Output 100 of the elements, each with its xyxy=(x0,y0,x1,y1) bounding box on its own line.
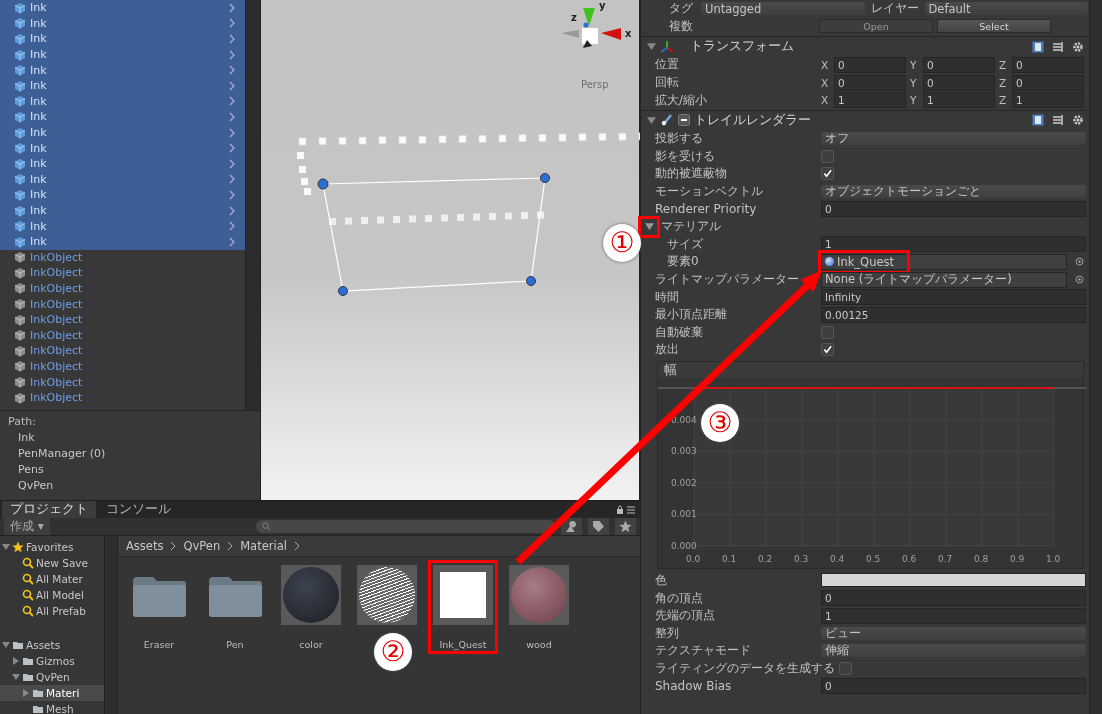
chevron-right-icon[interactable] xyxy=(229,205,235,216)
hierarchy-item[interactable]: InkObject xyxy=(0,249,245,266)
number-field[interactable]: 0 xyxy=(834,74,906,91)
tree-item[interactable]: Gizmos xyxy=(36,655,75,667)
help-icon[interactable] xyxy=(1032,114,1044,127)
hierarchy-item[interactable]: Ink xyxy=(0,62,245,78)
expand-arrow-icon[interactable] xyxy=(22,689,30,697)
expand-arrow-icon[interactable] xyxy=(647,115,656,125)
path-item[interactable]: PenManager (0) xyxy=(8,447,252,460)
chevron-right-icon[interactable] xyxy=(229,65,235,76)
checkbox[interactable] xyxy=(821,325,834,339)
checkbox[interactable] xyxy=(821,167,834,181)
scrollbar[interactable] xyxy=(104,536,118,714)
number-field[interactable]: 0 xyxy=(923,57,995,73)
expand-arrow-icon[interactable] xyxy=(644,222,654,232)
hierarchy-item[interactable]: InkObject xyxy=(0,358,245,375)
expand-arrow-icon[interactable] xyxy=(12,673,20,681)
text-field[interactable]: 0 xyxy=(821,678,1086,695)
chevron-right-icon[interactable] xyxy=(229,18,235,29)
dropdown[interactable]: オブジェクトモーションごと xyxy=(821,185,1086,199)
hierarchy-item[interactable]: Ink xyxy=(0,31,245,47)
hierarchy-item[interactable]: Ink xyxy=(0,140,245,156)
settings-icon[interactable] xyxy=(1072,40,1084,53)
sliders-icon[interactable] xyxy=(1052,114,1064,127)
text-field[interactable]: 0.00125 xyxy=(821,306,1086,323)
path-item[interactable]: Pens xyxy=(8,463,252,476)
expand-arrow-icon[interactable] xyxy=(2,641,10,649)
chevron-right-icon[interactable] xyxy=(229,80,235,91)
hierarchy-item[interactable]: InkObject xyxy=(0,311,245,328)
scrollbar[interactable] xyxy=(1089,0,1102,714)
hierarchy-item[interactable]: InkObject xyxy=(0,296,245,312)
hierarchy-item[interactable]: InkObject xyxy=(0,389,245,406)
material-thumbnail[interactable] xyxy=(509,565,569,625)
chevron-right-icon[interactable] xyxy=(229,2,235,13)
layer-dropdown[interactable]: Default xyxy=(924,2,1088,16)
search-field[interactable] xyxy=(255,520,555,533)
chevron-right-icon[interactable] xyxy=(229,236,235,247)
number-field[interactable]: 0 xyxy=(1012,74,1084,91)
chevron-right-icon[interactable] xyxy=(229,189,235,200)
chevron-right-icon[interactable] xyxy=(229,221,235,232)
number-field[interactable]: 0 xyxy=(923,74,995,91)
material-thumbnail[interactable] xyxy=(357,565,417,625)
dropdown[interactable]: ビュー xyxy=(821,626,1086,640)
checkbox[interactable] xyxy=(821,149,834,163)
hierarchy-item[interactable]: InkObject xyxy=(0,280,245,297)
expand-arrow-icon[interactable] xyxy=(2,543,10,551)
hierarchy-item[interactable]: InkObject xyxy=(0,265,245,281)
number-field[interactable]: 1 xyxy=(923,92,995,109)
checkbox[interactable] xyxy=(678,114,690,127)
breadcrumb-item[interactable]: Assets xyxy=(126,539,164,553)
number-field[interactable]: 0 xyxy=(1012,57,1084,73)
path-item[interactable]: Ink xyxy=(8,431,252,444)
dropdown[interactable]: 伸縮 xyxy=(821,644,1086,658)
chevron-right-icon[interactable] xyxy=(229,34,235,44)
chevron-right-icon[interactable] xyxy=(229,96,235,107)
chevron-right-icon[interactable] xyxy=(229,111,235,122)
texture-thumbnail[interactable] xyxy=(433,565,493,625)
hierarchy-item[interactable]: InkObject xyxy=(0,343,245,359)
chevron-right-icon[interactable] xyxy=(229,49,235,60)
breadcrumb-item[interactable]: QvPen xyxy=(183,539,221,553)
tree-item[interactable]: All Prefab xyxy=(36,605,86,617)
tree-item[interactable]: All Model xyxy=(36,589,84,601)
panel-tab[interactable]: プロジェクト xyxy=(2,501,96,518)
path-item[interactable]: QvPen xyxy=(8,479,252,492)
dropdown[interactable]: オフ xyxy=(821,132,1086,146)
scrollbar[interactable] xyxy=(245,0,260,410)
settings-icon[interactable] xyxy=(1072,114,1084,127)
hierarchy-item[interactable]: Ink xyxy=(0,0,245,16)
number-field[interactable]: 1 xyxy=(834,92,906,109)
text-field[interactable]: 0 xyxy=(821,201,1086,218)
tag-dropdown[interactable]: Untagged xyxy=(701,2,865,16)
number-field[interactable]: 1 xyxy=(1012,92,1084,109)
segment-button[interactable]: Select xyxy=(937,19,1051,34)
number-field[interactable]: 0 xyxy=(834,57,906,73)
color-field[interactable] xyxy=(821,573,1086,588)
tree-item[interactable]: QvPen xyxy=(36,671,70,683)
sliders-icon[interactable] xyxy=(1052,40,1064,53)
tree-item[interactable]: All Mater xyxy=(36,573,83,585)
tree-item[interactable]: Mesh xyxy=(46,703,74,714)
material-thumbnail[interactable] xyxy=(281,565,341,625)
hierarchy-item[interactable]: InkObject xyxy=(0,327,245,344)
hierarchy-item[interactable]: Ink xyxy=(0,109,245,125)
checkbox[interactable] xyxy=(821,343,834,357)
help-icon[interactable] xyxy=(1032,40,1044,53)
hierarchy-item[interactable]: InkObject xyxy=(0,374,245,390)
tree-item[interactable]: Assets xyxy=(26,639,61,651)
text-field[interactable]: 1 xyxy=(821,607,1086,624)
breadcrumb-item[interactable]: Material xyxy=(240,539,287,553)
expand-arrow-icon[interactable] xyxy=(647,42,656,52)
tree-item[interactable]: Favorites xyxy=(26,541,74,553)
chevron-right-icon[interactable] xyxy=(229,127,235,138)
tree-item[interactable]: New Save xyxy=(36,557,88,569)
hierarchy-item[interactable]: Ink xyxy=(0,187,245,203)
text-field[interactable]: Infinity xyxy=(821,289,1086,306)
create-dropdown[interactable]: 作成 ▾ xyxy=(4,518,50,535)
curve-line[interactable] xyxy=(693,386,1055,389)
checkbox[interactable] xyxy=(839,661,852,675)
text-field[interactable]: 0 xyxy=(821,590,1086,607)
panel-tab[interactable]: コンソール xyxy=(98,501,179,518)
hierarchy-item[interactable]: Ink xyxy=(0,218,245,234)
